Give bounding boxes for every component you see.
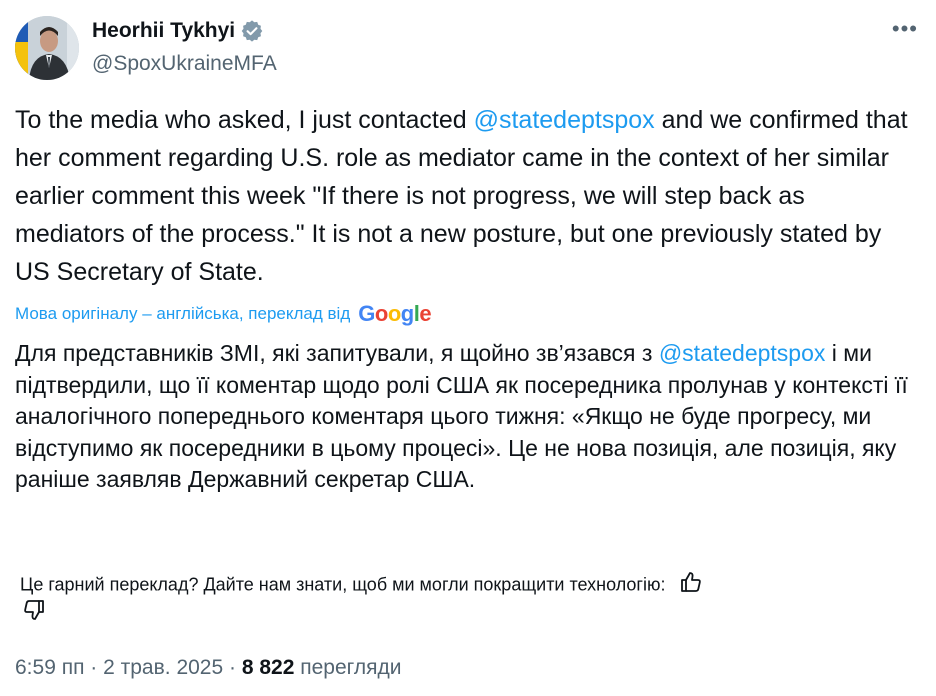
verified-badge-icon[interactable] bbox=[241, 20, 263, 42]
google-logo-letter: G bbox=[358, 301, 375, 326]
views-count: 8 822 bbox=[241, 656, 295, 679]
views-label: перегляди bbox=[294, 656, 402, 679]
google-logo-letter: o bbox=[387, 301, 401, 326]
translation-notice-text[interactable]: Мова оригіналу – англійська, переклад ві… bbox=[15, 302, 350, 326]
google-logo: Google bbox=[358, 302, 431, 326]
meta-separator: · bbox=[223, 656, 242, 679]
translation-notice[interactable]: Мова оригіналу – англійська, переклад ві… bbox=[15, 302, 432, 326]
avatar-image bbox=[15, 16, 79, 80]
thumbs-down-button[interactable] bbox=[22, 598, 46, 627]
translated-text: Для представників ЗМІ, які запитували, я… bbox=[15, 338, 920, 496]
thumbs-up-icon[interactable] bbox=[679, 570, 703, 601]
google-logo-letter: o bbox=[374, 301, 388, 326]
google-logo-letter: g bbox=[400, 301, 414, 326]
google-logo-letter: e bbox=[419, 301, 432, 326]
meta-separator: · bbox=[84, 656, 104, 679]
author-name-row[interactable]: Heorhii Tykhyi bbox=[92, 18, 263, 44]
author-name[interactable]: Heorhii Tykhyi bbox=[92, 18, 235, 44]
feedback-prompt: Це гарний переклад? Дайте нам знати, щоб… bbox=[20, 574, 666, 595]
tweet-date[interactable]: 2 трав. 2025 bbox=[103, 656, 223, 679]
avatar[interactable] bbox=[15, 16, 79, 80]
mention-link[interactable]: @statedeptspox bbox=[474, 106, 655, 134]
translation-feedback: Це гарний переклад? Дайте нам знати, щоб… bbox=[20, 570, 920, 601]
thumbs-down-icon[interactable] bbox=[22, 598, 46, 627]
translated-mention-link[interactable]: @statedeptspox bbox=[659, 340, 826, 366]
translated-text-part-1: Для представників ЗМІ, які запитували, я… bbox=[15, 340, 659, 366]
tweet-time[interactable]: 6:59 пп bbox=[15, 656, 84, 679]
more-options-icon[interactable]: ••• bbox=[892, 16, 918, 42]
tweet-text: To the media who asked, I just contacted… bbox=[15, 101, 920, 291]
author-handle[interactable]: @SpoxUkraineMFA bbox=[92, 51, 277, 77]
tweet-meta: 6:59 пп · 2 трав. 2025 · 8 822 перегляди bbox=[15, 654, 401, 682]
tweet-text-part-1: To the media who asked, I just contacted bbox=[15, 106, 474, 134]
